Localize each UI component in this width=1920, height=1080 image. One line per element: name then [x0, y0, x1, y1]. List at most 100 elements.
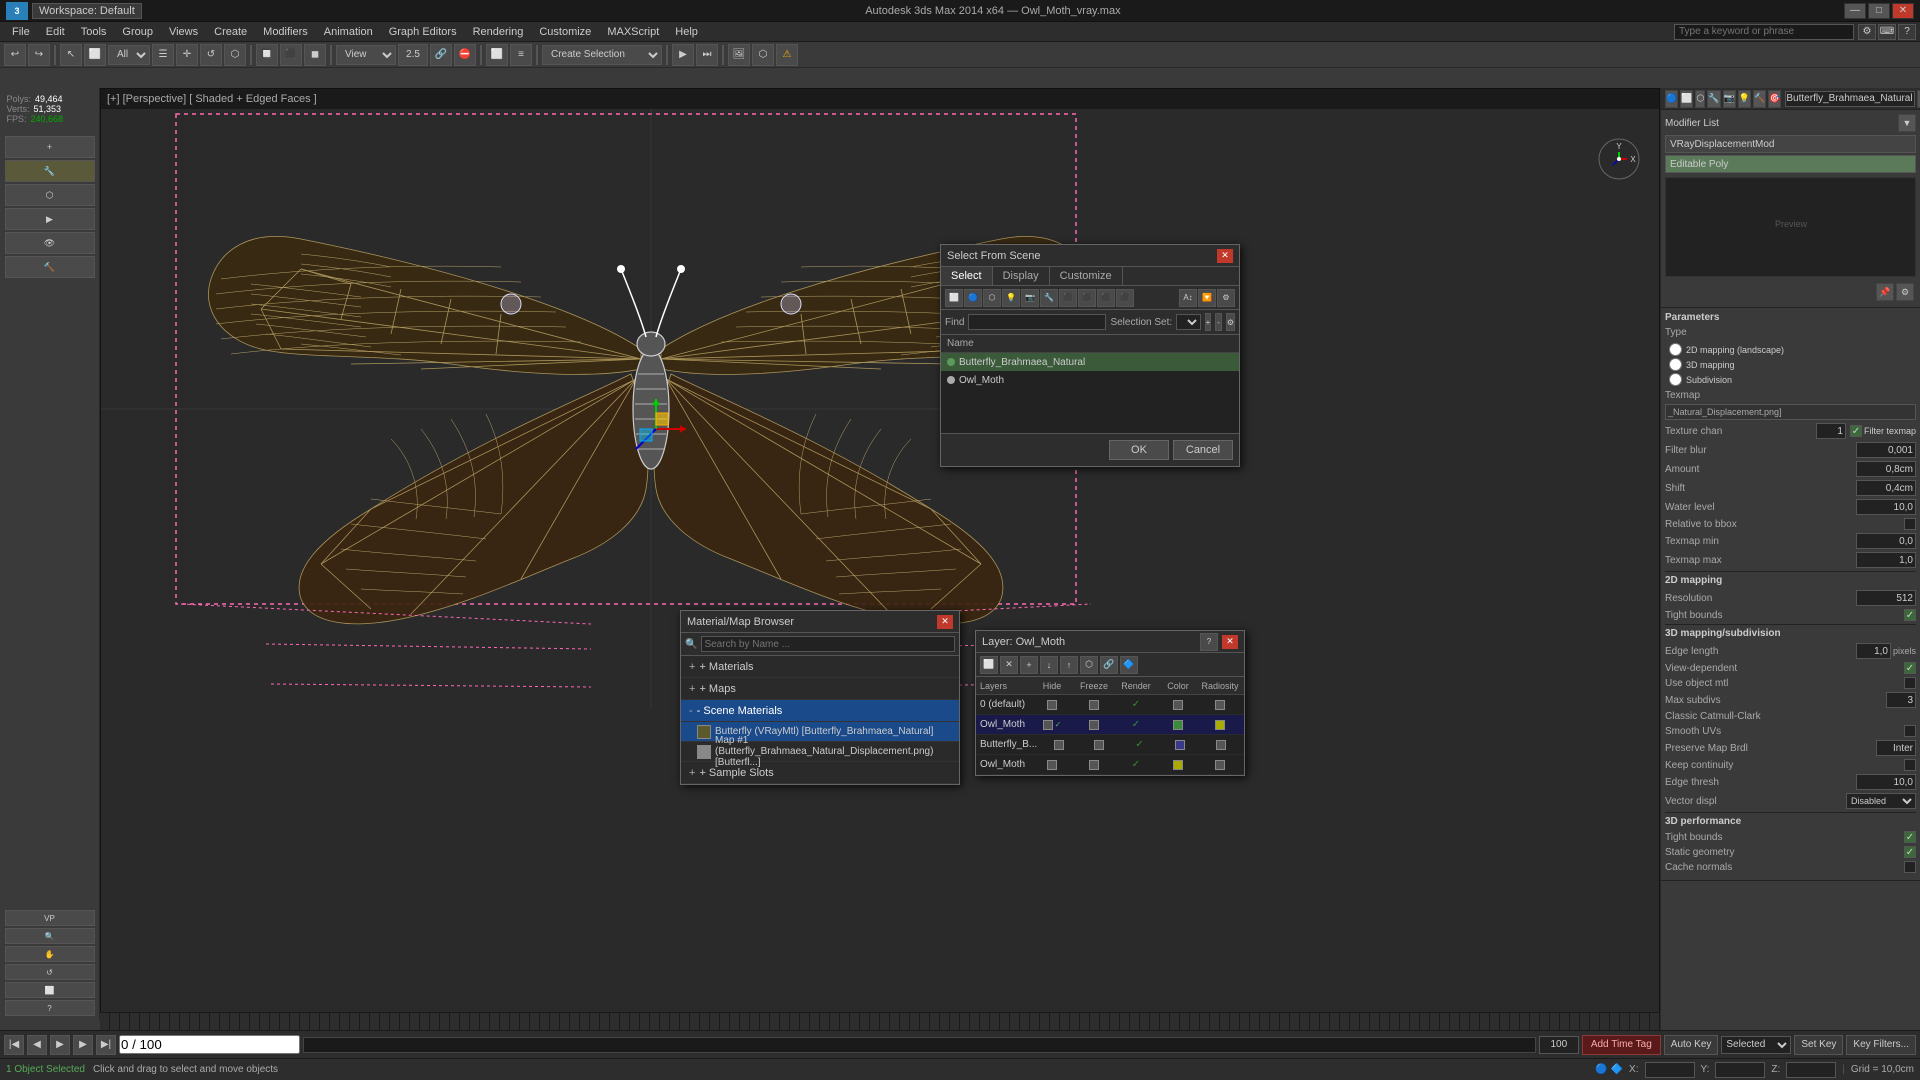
max-subdivs-input[interactable]	[1886, 692, 1916, 708]
static-geometry-checkbox[interactable]: ✓	[1904, 846, 1916, 858]
layer-tool-3[interactable]: +	[1020, 656, 1038, 674]
y-coord-input[interactable]	[1715, 1062, 1765, 1078]
anim-go-end[interactable]: ▶|	[96, 1035, 116, 1055]
toolbar-select-region[interactable]: ⬜	[84, 44, 106, 66]
dlg-btn-8[interactable]: ⬛	[1078, 289, 1096, 307]
layer-owl-moth[interactable]: Owl_Moth ✓ ✓	[976, 715, 1244, 735]
mb-materials-section[interactable]: + + Materials	[681, 656, 959, 678]
mb-maps-section[interactable]: + + Maps	[681, 678, 959, 700]
rpanel-icon-2[interactable]: ⬜	[1680, 90, 1693, 108]
sidebar-pan-btn[interactable]: ✋	[5, 946, 95, 962]
radio-2d-mapping[interactable]	[1669, 343, 1682, 356]
tab-select[interactable]: Select	[941, 267, 993, 285]
modifier-vray[interactable]: VRayDisplacementMod	[1665, 135, 1916, 153]
tight-bounds-checkbox[interactable]: ✓	[1904, 609, 1916, 621]
timeline-track[interactable]	[100, 1013, 1660, 1030]
menu-graph-editors[interactable]: Graph Editors	[381, 22, 465, 41]
dlg-btn-10[interactable]: ⬛	[1116, 289, 1134, 307]
rpanel-icon-7[interactable]: 🔨	[1753, 90, 1766, 108]
layer-tool-1[interactable]: ⬜	[980, 656, 998, 674]
menu-tools[interactable]: Tools	[73, 22, 115, 41]
rpanel-icon-8[interactable]: 🎯	[1768, 90, 1781, 108]
timeline-track-main[interactable]	[303, 1037, 1536, 1053]
selected-dropdown[interactable]: Selected	[1721, 1036, 1791, 1054]
water-level-input[interactable]	[1856, 499, 1916, 515]
toolbar-select-by-name[interactable]: ☰	[152, 44, 174, 66]
menu-modifiers[interactable]: Modifiers	[255, 22, 316, 41]
toolbar-play[interactable]: ▶	[672, 44, 694, 66]
cache-normals-checkbox[interactable]	[1904, 861, 1916, 873]
sidebar-zoom-btn[interactable]: 🔍	[5, 928, 95, 944]
dlg-filter-btn[interactable]: 🔽	[1198, 289, 1216, 307]
texture-chain-input[interactable]	[1816, 423, 1846, 439]
vector-disp-select[interactable]: Disabled	[1846, 793, 1916, 809]
dlg-btn-7[interactable]: ⬛	[1059, 289, 1077, 307]
layer-tool-7[interactable]: 🔗	[1100, 656, 1118, 674]
toolbar-scale[interactable]: ⬡	[224, 44, 246, 66]
toolbar-snap2[interactable]: ⬛	[280, 44, 302, 66]
material-browser-close[interactable]: ✕	[937, 615, 953, 629]
workspace-selector[interactable]: Workspace: Default	[32, 3, 142, 19]
filter-texmap-checkbox[interactable]: ✓	[1850, 425, 1862, 437]
menu-icon-2[interactable]: ⌨	[1878, 24, 1896, 40]
maximize-button[interactable]: □	[1868, 3, 1890, 19]
toolbar-mirror[interactable]: ⬜	[486, 44, 508, 66]
shift-input[interactable]	[1856, 480, 1916, 496]
use-object-mtl-checkbox[interactable]	[1904, 677, 1916, 689]
toolbar-move[interactable]: ✛	[176, 44, 198, 66]
select-item-butterfly[interactable]: Butterfly_Brahmaea_Natural	[941, 353, 1239, 371]
tab-customize[interactable]: Customize	[1050, 267, 1123, 285]
modifier-pin-btn[interactable]: 📌	[1876, 283, 1894, 301]
menu-customize[interactable]: Customize	[531, 22, 599, 41]
sidebar-hierarchy-btn[interactable]: ⬡	[5, 184, 95, 206]
menu-group[interactable]: Group	[114, 22, 161, 41]
smooth-uvs-checkbox[interactable]	[1904, 725, 1916, 737]
menu-views[interactable]: Views	[161, 22, 206, 41]
edge-length-input[interactable]	[1856, 643, 1891, 659]
relative-bbox-checkbox[interactable]	[1904, 518, 1916, 530]
rpanel-icon-5[interactable]: 📷	[1723, 90, 1736, 108]
layer-tool-2[interactable]: ✕	[1000, 656, 1018, 674]
tight-bounds2-checkbox[interactable]: ✓	[1904, 831, 1916, 843]
menu-icon-1[interactable]: ⚙	[1858, 24, 1876, 40]
x-coord-input[interactable]	[1645, 1062, 1695, 1078]
preserve-map-input[interactable]	[1876, 740, 1916, 756]
layer-butterfly[interactable]: Butterfly_B... ✓	[976, 735, 1244, 755]
rpanel-icon-1[interactable]: 🔵	[1665, 90, 1678, 108]
rpanel-icon-3[interactable]: ⬡	[1695, 90, 1705, 108]
toolbar-material[interactable]: ⬡	[752, 44, 774, 66]
keep-continuity-checkbox[interactable]	[1904, 759, 1916, 771]
anim-prev-frame[interactable]: ◀	[27, 1035, 47, 1055]
toolbar-snap3[interactable]: ◼	[304, 44, 326, 66]
object-name-input[interactable]	[1785, 91, 1915, 107]
mb-scene-materials-section[interactable]: - - Scene Materials	[681, 700, 959, 722]
toolbar-align[interactable]: ≡	[510, 44, 532, 66]
dlg-btn-3[interactable]: ⬡	[983, 289, 1001, 307]
z-coord-input[interactable]	[1786, 1062, 1836, 1078]
key-filters-btn[interactable]: Key Filters...	[1846, 1035, 1916, 1055]
anim-go-start[interactable]: |◀	[4, 1035, 24, 1055]
mb-map1-material[interactable]: Map #1 (Butterfly_Brahmaea_Natural_Displ…	[681, 742, 959, 762]
viewport[interactable]: [+] [Perspective] [ Shaded + Edged Faces…	[100, 88, 1660, 1020]
toolbar-render[interactable]: 🖼	[728, 44, 750, 66]
viewport-compass[interactable]: Y X	[1597, 137, 1641, 181]
anim-key-btn[interactable]: Add Time Tag	[1582, 1035, 1661, 1055]
toolbar-percent[interactable]: 2.5	[398, 44, 428, 66]
layer-dialog-close[interactable]: ✕	[1222, 635, 1238, 649]
view-dependent-checkbox[interactable]: ✓	[1904, 662, 1916, 674]
menu-maxscript[interactable]: MAXScript	[599, 22, 667, 41]
amount-input[interactable]	[1856, 461, 1916, 477]
toolbar-redo[interactable]: ↪	[28, 44, 50, 66]
menu-file[interactable]: File	[4, 22, 38, 41]
select-item-owl[interactable]: Owl_Moth	[941, 371, 1239, 389]
minimize-button[interactable]: —	[1844, 3, 1866, 19]
dlg-btn-2[interactable]: 🔵	[964, 289, 982, 307]
tab-display[interactable]: Display	[993, 267, 1050, 285]
edge-thresh-input[interactable]	[1856, 774, 1916, 790]
layer-default[interactable]: 0 (default) ✓	[976, 695, 1244, 715]
sidebar-question-btn[interactable]: ?	[5, 1000, 95, 1016]
modifier-editable-poly[interactable]: Editable Poly	[1665, 155, 1916, 173]
menu-edit[interactable]: Edit	[38, 22, 73, 41]
toolbar-next-frame[interactable]: ⏭	[696, 44, 718, 66]
menu-help[interactable]: Help	[667, 22, 706, 41]
